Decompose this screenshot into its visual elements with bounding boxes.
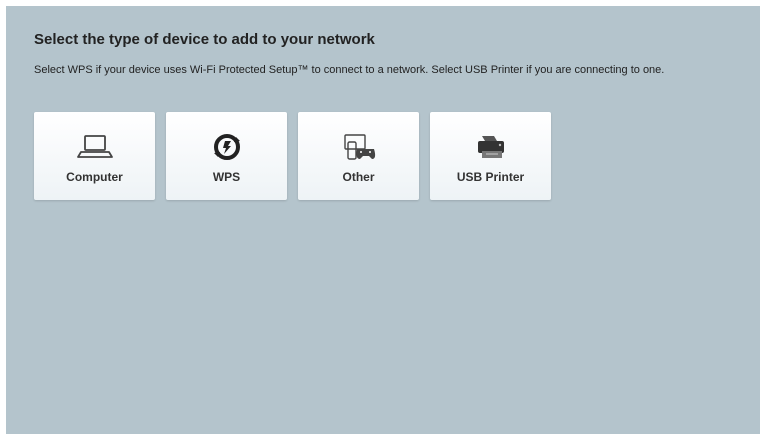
printer-icon (430, 132, 551, 162)
usb-printer-device-button[interactable]: USB Printer (430, 112, 551, 200)
other-device-button[interactable]: Other (298, 112, 419, 200)
tablet-gamepad-icon (298, 132, 419, 162)
device-selection-panel: Select the type of device to add to your… (6, 6, 760, 434)
wps-device-button[interactable]: WPS (166, 112, 287, 200)
wps-icon (166, 132, 287, 162)
page-title: Select the type of device to add to your… (34, 31, 375, 48)
computer-device-button[interactable]: Computer (34, 112, 155, 200)
laptop-icon (34, 132, 155, 162)
device-label: Other (342, 170, 375, 184)
device-label: WPS (212, 170, 241, 184)
page-description: Select WPS if your device uses Wi-Fi Pro… (34, 64, 665, 76)
device-label: USB Printer (456, 170, 525, 184)
device-label: Computer (66, 170, 123, 184)
